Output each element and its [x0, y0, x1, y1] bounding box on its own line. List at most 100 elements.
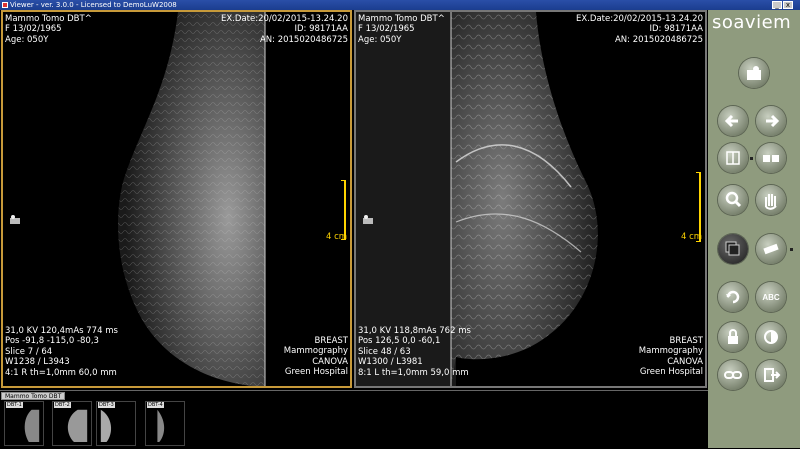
- rotate-button[interactable]: [718, 282, 748, 312]
- body-marker-icon: [10, 215, 20, 224]
- zoom-button[interactable]: [718, 185, 748, 215]
- thumbnail-image: [67, 409, 88, 443]
- exit-icon: [764, 368, 781, 382]
- previous-button[interactable]: [718, 106, 748, 136]
- accession-number: AN: 2015020486725: [259, 34, 348, 45]
- acquisition-info-left: 31,0 KV 120,4mAs 774 ms Pos -91,8 -115,0…: [5, 326, 118, 378]
- position-info: Pos 126,5 0,0 -60,1: [358, 336, 441, 347]
- body-part: BREAST: [314, 336, 348, 346]
- measure-dropdown-icon[interactable]: [790, 248, 793, 251]
- acquisition-info-right: 31,0 KV 118,8mAs 762 ms Pos 126,5 0,0 -6…: [358, 326, 471, 378]
- operator: CANOVA: [667, 356, 703, 367]
- image-viewer: Mammo Tomo DBT^ F 13/02/1965 Age: 050Y E…: [0, 10, 708, 390]
- lock-button[interactable]: [718, 322, 748, 352]
- scale-tick-right-top: [696, 172, 701, 173]
- thumbnail-label: DBT-3: [98, 402, 115, 408]
- modality: Mammography: [283, 346, 348, 357]
- accession-number: AN: 2015020486725: [614, 34, 703, 45]
- link-icon: [724, 371, 742, 379]
- patient-age: Age: 050Y: [5, 34, 49, 45]
- lock-icon: [728, 329, 738, 344]
- exam-date: EX.Date:20/02/2015-13.24.20: [221, 14, 348, 24]
- body-marker-icon: [363, 215, 373, 224]
- institution-info-right: BREAST Mammography CANOVA Green Hospital: [639, 336, 703, 378]
- thumbnail-image: [157, 409, 165, 443]
- thumbnail-label: DBT-4: [147, 402, 164, 408]
- abc-text-icon: ABC: [762, 293, 780, 302]
- layout-icon: [726, 151, 740, 165]
- hand-icon: [765, 194, 777, 210]
- annotate-button[interactable]: ABC: [756, 282, 786, 312]
- operator: CANOVA: [312, 356, 348, 367]
- rotate-icon: [726, 290, 740, 304]
- window-level-info: W1300 / L3981: [358, 357, 423, 368]
- patient-sex-dob: F 13/02/1965: [5, 24, 62, 35]
- window-title: Viewer - ver. 3.0.0 - Licensed to DemoLu…: [10, 1, 177, 9]
- slice-info: Slice 48 / 63: [358, 346, 411, 357]
- study-info-left: EX.Date:20/02/2015-13.24.20 ID: 98171AA …: [221, 14, 348, 45]
- patient-info-right: Mammo Tomo DBT^ F 13/02/1965 Age: 050Y: [358, 14, 445, 45]
- position-info: Pos -91,8 -115,0 -80,3: [5, 336, 99, 347]
- scale-bar-left: [344, 180, 346, 240]
- patient-id: ID: 98171AA: [649, 24, 703, 35]
- next-button[interactable]: [756, 106, 786, 136]
- patient-name: Mammo Tomo DBT^: [358, 14, 445, 24]
- ruler-icon: [763, 243, 779, 255]
- exam-date: EX.Date:20/02/2015-13.24.20: [576, 14, 703, 24]
- series-tab[interactable]: Mammo Tomo DBT: [1, 392, 66, 400]
- brand-logo: soaviem: [712, 12, 792, 33]
- viewport-left[interactable]: Mammo Tomo DBT^ F 13/02/1965 Age: 050Y E…: [1, 10, 352, 388]
- patient-age: Age: 050Y: [358, 34, 402, 45]
- folder-user-icon: [747, 66, 761, 80]
- thumbnail[interactable]: DBT-3: [96, 401, 136, 446]
- exposure-info: 31,0 KV 118,8mAs 762 ms: [358, 326, 471, 336]
- slice-info: Slice 7 / 64: [5, 346, 53, 357]
- scale-label-left: 4 cm: [326, 232, 348, 242]
- series-strip: Mammo Tomo DBT DBT-1 DBT-2 DBT-3 DBT-4: [0, 390, 708, 449]
- exit-button[interactable]: [756, 360, 786, 390]
- patient-id: ID: 98171AA: [294, 24, 348, 35]
- thumbnail-image: [24, 409, 40, 443]
- magnifier-icon: [725, 191, 742, 208]
- stack-button[interactable]: [718, 234, 748, 264]
- viewport-right[interactable]: Mammo Tomo DBT^ F 13/02/1965 Age: 050Y E…: [354, 10, 707, 388]
- thumbnail-label: DBT-1: [6, 402, 23, 408]
- zoom-thickness-info: 4:1 R th=1,0mm 60,0 mm: [5, 367, 117, 378]
- thumbnail[interactable]: DBT-1: [4, 401, 44, 446]
- arrow-left-icon: [724, 114, 738, 128]
- body-part: BREAST: [669, 336, 703, 346]
- close-button[interactable]: x: [783, 1, 793, 9]
- arrow-right-icon: [766, 114, 780, 128]
- patient-sex-dob: F 13/02/1965: [358, 24, 415, 35]
- minimize-button[interactable]: _: [772, 1, 782, 9]
- window-level-info: W1238 / L3943: [5, 357, 70, 368]
- exposure-info: 31,0 KV 120,4mAs 774 ms: [5, 326, 118, 336]
- series-layout-icon: [763, 155, 779, 162]
- series-layout-button[interactable]: [756, 143, 786, 173]
- thumbnail-label: DBT-2: [54, 402, 71, 408]
- stack-icon: [725, 241, 740, 256]
- pan-button[interactable]: [756, 185, 786, 215]
- thumbnail-image: [100, 409, 112, 443]
- open-study-button[interactable]: [739, 58, 769, 88]
- institution: Green Hospital: [639, 367, 703, 378]
- tool-panel: soaviem ABC: [708, 10, 800, 448]
- title-bar: Viewer - ver. 3.0.0 - Licensed to DemoLu…: [0, 0, 800, 10]
- scale-tick-left-top: [341, 180, 346, 181]
- contrast-icon: [764, 330, 778, 344]
- thumbnail[interactable]: DBT-4: [145, 401, 185, 446]
- institution-info-left: BREAST Mammography CANOVA Green Hospital: [284, 336, 348, 378]
- layout-button[interactable]: [718, 143, 748, 173]
- thumbnail[interactable]: DBT-2: [52, 401, 92, 446]
- study-info-right: EX.Date:20/02/2015-13.24.20 ID: 98171AA …: [576, 14, 703, 45]
- patient-info-left: Mammo Tomo DBT^ F 13/02/1965 Age: 050Y: [5, 14, 92, 45]
- measure-button[interactable]: [756, 234, 786, 264]
- patient-name: Mammo Tomo DBT^: [5, 14, 92, 24]
- institution: Green Hospital: [284, 367, 348, 378]
- modality: Mammography: [638, 346, 703, 357]
- window-level-button[interactable]: [756, 322, 786, 352]
- layout-dropdown-icon[interactable]: [750, 157, 753, 160]
- link-button[interactable]: [718, 360, 748, 390]
- zoom-thickness-info: 8:1 L th=1,0mm 59,0 mm: [358, 367, 469, 378]
- scale-label-right: 4 cm: [681, 232, 703, 242]
